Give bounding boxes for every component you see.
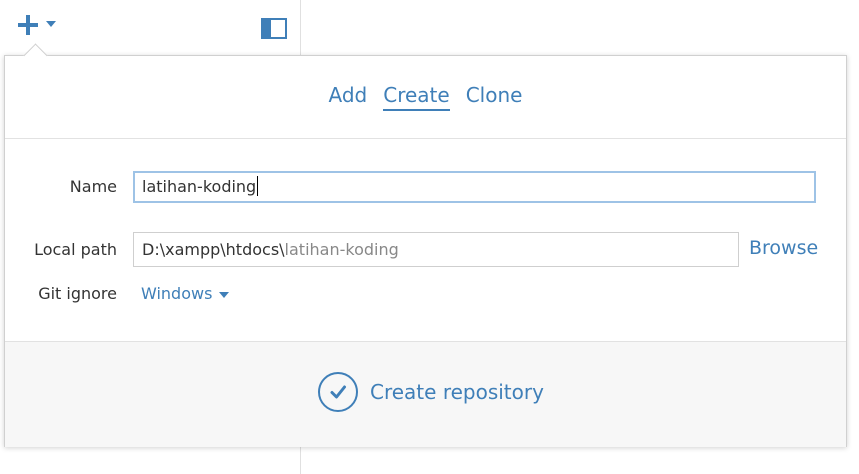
app-window: Add Create Clone Name latihan-koding Loc…	[0, 0, 859, 474]
name-value: latihan-koding	[142, 177, 257, 196]
chevron-down-icon	[219, 291, 230, 298]
local-path-base: D:\xampp\htdocs\	[142, 240, 285, 259]
local-path-repo-name: latihan-koding	[284, 240, 399, 259]
local-path-label: Local path	[34, 240, 117, 259]
checkmark-circle-icon	[318, 372, 358, 412]
local-path-row: Local path D:\xampp\htdocs\latihan-kodin…	[5, 232, 846, 268]
browse-button[interactable]: Browse	[749, 237, 818, 259]
plus-icon	[17, 14, 39, 36]
name-field[interactable]: latihan-koding	[133, 171, 816, 203]
git-ignore-label: Git ignore	[38, 284, 117, 303]
create-repository-button[interactable]: Create repository	[318, 372, 544, 412]
local-path-field[interactable]: D:\xampp\htdocs\latihan-koding	[133, 232, 739, 267]
tab-add[interactable]: Add	[329, 83, 368, 111]
add-repository-button[interactable]	[17, 14, 56, 36]
sidebar-toggle-icon[interactable]	[261, 18, 287, 39]
text-cursor	[257, 176, 259, 196]
git-ignore-row: Git ignore Windows	[5, 282, 846, 308]
tab-bar: Add Create Clone	[5, 56, 846, 139]
tab-clone[interactable]: Clone	[466, 83, 523, 111]
git-ignore-value: Windows	[141, 284, 213, 303]
create-repository-popover: Add Create Clone Name latihan-koding Loc…	[4, 43, 847, 447]
name-row: Name latihan-koding	[5, 169, 846, 205]
create-repository-label: Create repository	[370, 380, 544, 404]
sidebar-toggle-fill	[263, 20, 271, 37]
tab-create[interactable]: Create	[383, 83, 450, 111]
checkmark-icon	[330, 385, 346, 399]
git-ignore-dropdown[interactable]: Windows	[141, 284, 230, 303]
chevron-down-icon	[46, 21, 56, 27]
popover-footer: Create repository	[5, 341, 846, 447]
name-label: Name	[69, 177, 117, 196]
